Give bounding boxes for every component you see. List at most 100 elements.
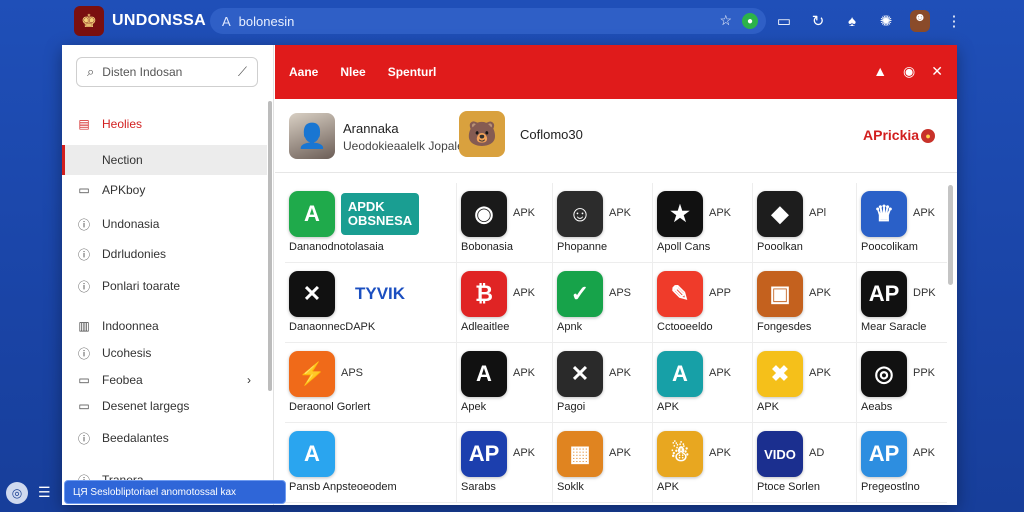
close-icon[interactable]: ✕	[931, 63, 943, 80]
refresh-icon[interactable]: ↻	[808, 12, 828, 30]
app-label[interactable]: Apnk	[557, 321, 582, 333]
app-tile[interactable]: ✎ APP Cctooeeldo	[653, 263, 753, 343]
app-icon[interactable]: ♛	[861, 191, 907, 237]
sidebar-item-apkboy[interactable]: ▭ APKboy	[62, 175, 267, 205]
app-tile[interactable]: AP APK Pregeostlno	[857, 423, 947, 503]
app-tile[interactable]: A APDK OBSNESA Dananodnotolasaia	[285, 183, 457, 263]
app-label[interactable]: Dananodnotolasaia	[289, 241, 384, 253]
sidebar-item-ddrludonies[interactable]: ⓘ Ddrludonies	[62, 239, 267, 269]
app-tile[interactable]: ▦ APK Soklk	[553, 423, 653, 503]
sidebar-item-ucohesis[interactable]: ⓘ Ucohesis	[62, 341, 267, 365]
sidebar-item-heolies[interactable]: ▤ Heolies	[62, 109, 267, 139]
app-icon[interactable]: AP	[861, 271, 907, 317]
avatar[interactable]: ☻	[910, 10, 930, 32]
app-icon[interactable]: ⚡	[289, 351, 335, 397]
url-bar[interactable]: A bolonesin ☆ ●	[210, 8, 766, 34]
url-text[interactable]: bolonesin	[239, 14, 295, 29]
extension-icon[interactable]: ●	[742, 13, 758, 29]
sidebar-scrollbar[interactable]	[268, 101, 272, 391]
tab-aane[interactable]: Aane	[289, 65, 318, 79]
app-label[interactable]: Soklk	[557, 481, 584, 493]
app-tile[interactable]: A Pansb Anpsteoeodem	[285, 423, 457, 503]
app-tile[interactable]: A APK Apek	[457, 343, 553, 423]
sidebar-item-desenet[interactable]: ▭ Desenet largegs	[62, 395, 267, 417]
app-icon[interactable]: ▦	[557, 431, 603, 477]
sidebar-item-indoonnea[interactable]: ▥ Indoonnea	[62, 311, 267, 341]
app-icon[interactable]: A	[657, 351, 703, 397]
app-label[interactable]: APK	[757, 401, 779, 413]
app-label[interactable]: Apek	[461, 401, 486, 413]
app-label[interactable]: Apoll Cans	[657, 241, 710, 253]
alert-icon[interactable]: ▲	[873, 63, 887, 80]
app-tile[interactable]: ✓ APS Apnk	[553, 263, 653, 343]
screen-icon[interactable]: ▭	[774, 12, 794, 30]
app-label[interactable]: Cctooeeldo	[657, 321, 713, 333]
settings-icon[interactable]: ✺	[876, 12, 896, 30]
app-icon[interactable]: ✖	[757, 351, 803, 397]
app-label[interactable]: Pagoi	[557, 401, 585, 413]
search-input[interactable]: ⌕ Disten Indosan ⟋	[76, 57, 258, 87]
app-label[interactable]: Poocolikam	[861, 241, 918, 253]
app-icon[interactable]: ◆	[757, 191, 803, 237]
sidebar-item-nection[interactable]: Nection	[62, 145, 267, 175]
app-icon[interactable]: AP	[861, 431, 907, 477]
app-tile[interactable]: ✕ APK Pagoi	[553, 343, 653, 423]
app-label[interactable]: Fongesdes	[757, 321, 811, 333]
app-label[interactable]: APK	[657, 481, 679, 493]
app-label[interactable]: Adleaitlee	[461, 321, 509, 333]
app-tile[interactable]: ☃ APK APK	[653, 423, 753, 503]
help-icon[interactable]: ◉	[903, 63, 915, 80]
app-tile[interactable]: ◉ APK Bobonasia	[457, 183, 553, 263]
app-label[interactable]: Deraonol Gorlert	[289, 401, 370, 413]
app-icon[interactable]: ◉	[461, 191, 507, 237]
tab-spenturl[interactable]: Spenturl	[388, 65, 437, 79]
menu-icon[interactable]: ☰	[38, 484, 51, 501]
chevron-right-icon[interactable]: ›	[247, 373, 251, 387]
sidebar-item-undonasia[interactable]: ⓘ Undonasia	[62, 209, 267, 239]
featured-app-2-title[interactable]: Coflomo30	[520, 127, 583, 142]
app-label[interactable]: Sarabs	[461, 481, 496, 493]
sidebar-item-feobea[interactable]: ▭ Feobea ›	[62, 365, 267, 395]
app-icon[interactable]: ☺	[557, 191, 603, 237]
app-label[interactable]: Ptoce Sorlen	[757, 481, 820, 493]
app-icon[interactable]: ✕	[557, 351, 603, 397]
app-tile[interactable]: ✖ APK APK	[753, 343, 857, 423]
app-icon[interactable]: ☃	[657, 431, 703, 477]
status-toast[interactable]: ЦЯ Seslobliptoriael anomotossal kax	[64, 480, 286, 504]
notification-icon[interactable]: ♠	[842, 13, 862, 30]
app-label[interactable]: Pregeostlno	[861, 481, 920, 493]
app-tile[interactable]: ⚡ APS Deraonol Gorlert	[285, 343, 457, 423]
app-label[interactable]: Phopanne	[557, 241, 607, 253]
app-icon[interactable]: A	[289, 431, 335, 477]
app-label[interactable]: Pooolkan	[757, 241, 803, 253]
app-tile[interactable]: AP DPK Mear Saracle	[857, 263, 947, 343]
app-label[interactable]: APK	[657, 401, 679, 413]
app-tile[interactable]: AP APK Sarabs	[457, 423, 553, 503]
featured-app-1-title[interactable]: Arannaka	[343, 121, 399, 136]
app-tile[interactable]: ◎ PPK Aeabs	[857, 343, 947, 423]
tab-nlee[interactable]: Nlee	[340, 65, 365, 79]
sidebar-item-beedalantes[interactable]: ⓘ Beedalantes	[62, 423, 267, 453]
app-icon[interactable]: ▣	[757, 271, 803, 317]
app-tile[interactable]: A APK APK	[653, 343, 753, 423]
app-label[interactable]: Bobonasia	[461, 241, 513, 253]
app-icon[interactable]: ✎	[657, 271, 703, 317]
app-tile[interactable]: ☺ APK Phopanne	[553, 183, 653, 263]
featured-app-2-icon[interactable]: 🐻	[459, 111, 505, 157]
app-icon[interactable]: AP	[461, 431, 507, 477]
app-icon[interactable]: ✕	[289, 271, 335, 317]
app-tile[interactable]: ♛ APK Poocolikam	[857, 183, 947, 263]
featured-logo[interactable]: APrickia ●	[863, 127, 936, 144]
app-icon[interactable]: ₿	[461, 271, 507, 317]
brand[interactable]: ♚ UNDONSSA	[74, 6, 206, 36]
app-tile[interactable]: ₿ APK Adleaitlee	[457, 263, 553, 343]
app-icon[interactable]: ◎	[861, 351, 907, 397]
app-tile[interactable]: VIDO AD Ptoce Sorlen	[753, 423, 857, 503]
app-icon[interactable]: A	[461, 351, 507, 397]
star-icon[interactable]: ☆	[719, 12, 732, 29]
app-icon[interactable]: ✓	[557, 271, 603, 317]
featured-app-1-icon[interactable]: 👤	[289, 113, 335, 159]
app-tile[interactable]: ✕ TYVIK DanaonnecDAPK	[285, 263, 457, 343]
app-tile[interactable]: ▣ APK Fongesdes	[753, 263, 857, 343]
content-scrollbar[interactable]	[948, 185, 953, 285]
